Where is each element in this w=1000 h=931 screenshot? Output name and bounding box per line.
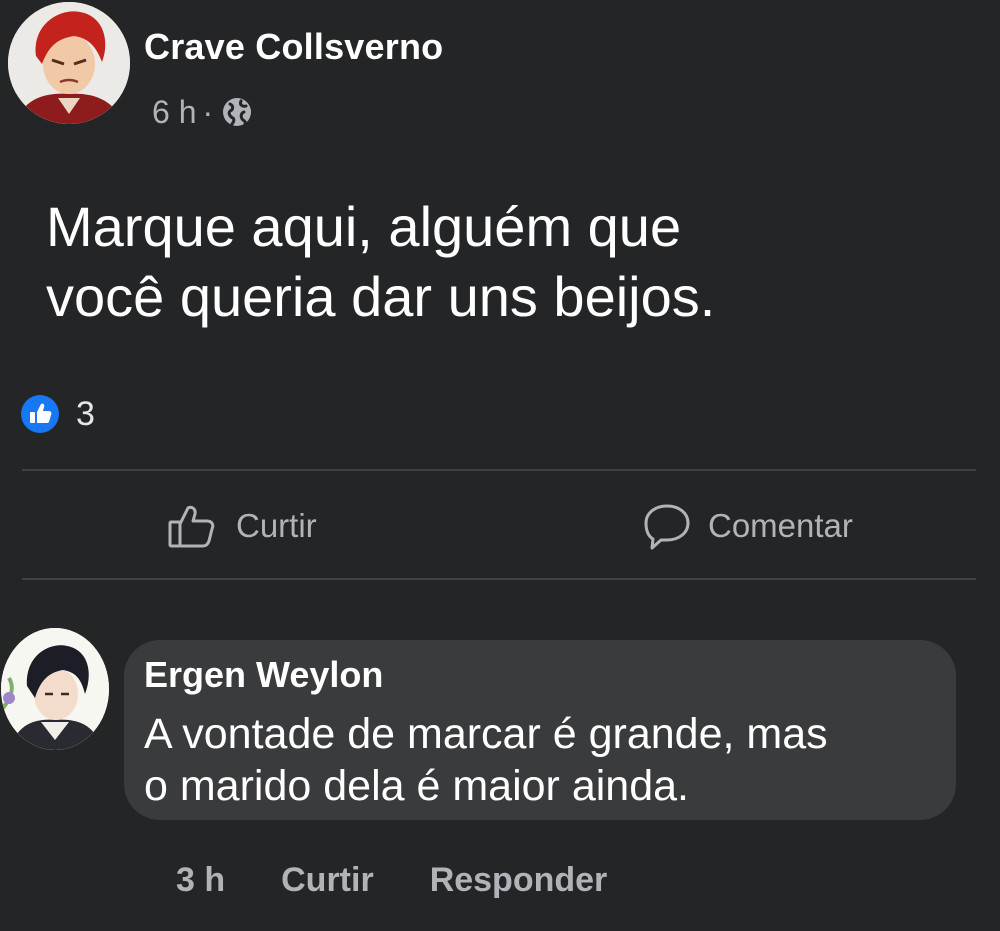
post-author-name[interactable]: Crave Collsverno: [144, 26, 443, 68]
post-text-line: você queria dar uns beijos.: [46, 265, 716, 328]
commenter-name[interactable]: Ergen Weylon: [144, 654, 383, 696]
reaction-count: 3: [76, 394, 95, 433]
like-reaction-icon: [20, 394, 60, 434]
comment-reply-button[interactable]: Responder: [430, 861, 608, 900]
post-text: Marque aqui, alguém que você queria dar …: [46, 192, 946, 332]
commenter-avatar[interactable]: [1, 628, 109, 750]
comment-like-button[interactable]: Curtir: [281, 861, 374, 900]
globe-icon: [221, 96, 253, 128]
post-timestamp[interactable]: 6 h: [152, 94, 196, 131]
divider: [22, 578, 976, 580]
comment-button[interactable]: Comentar: [642, 498, 853, 554]
like-button-label: Curtir: [236, 507, 317, 544]
avatar-illustration: [8, 2, 130, 124]
post-meta: 6 h ·: [152, 92, 253, 132]
divider: [22, 469, 976, 471]
comment-actions: 3 h Curtir Responder: [176, 856, 663, 904]
speech-bubble-icon: [642, 500, 692, 552]
thumbs-up-icon: [166, 500, 218, 552]
comment-text: A vontade de marcar é grande, mas o mari…: [144, 708, 934, 812]
comment-text-line: A vontade de marcar é grande, mas: [144, 710, 828, 758]
post-author-avatar[interactable]: [8, 2, 130, 124]
reaction-summary[interactable]: 3: [20, 394, 95, 434]
post-text-line: Marque aqui, alguém que: [46, 195, 682, 258]
comment-timestamp[interactable]: 3 h: [176, 861, 225, 900]
like-button[interactable]: Curtir: [166, 498, 317, 554]
comment-text-line: o marido dela é maior ainda.: [144, 762, 689, 810]
meta-separator: ·: [202, 93, 214, 130]
avatar-illustration: [1, 628, 109, 750]
comment-bubble[interactable]: Ergen Weylon A vontade de marcar é grand…: [124, 640, 956, 820]
comment-button-label: Comentar: [708, 507, 853, 544]
